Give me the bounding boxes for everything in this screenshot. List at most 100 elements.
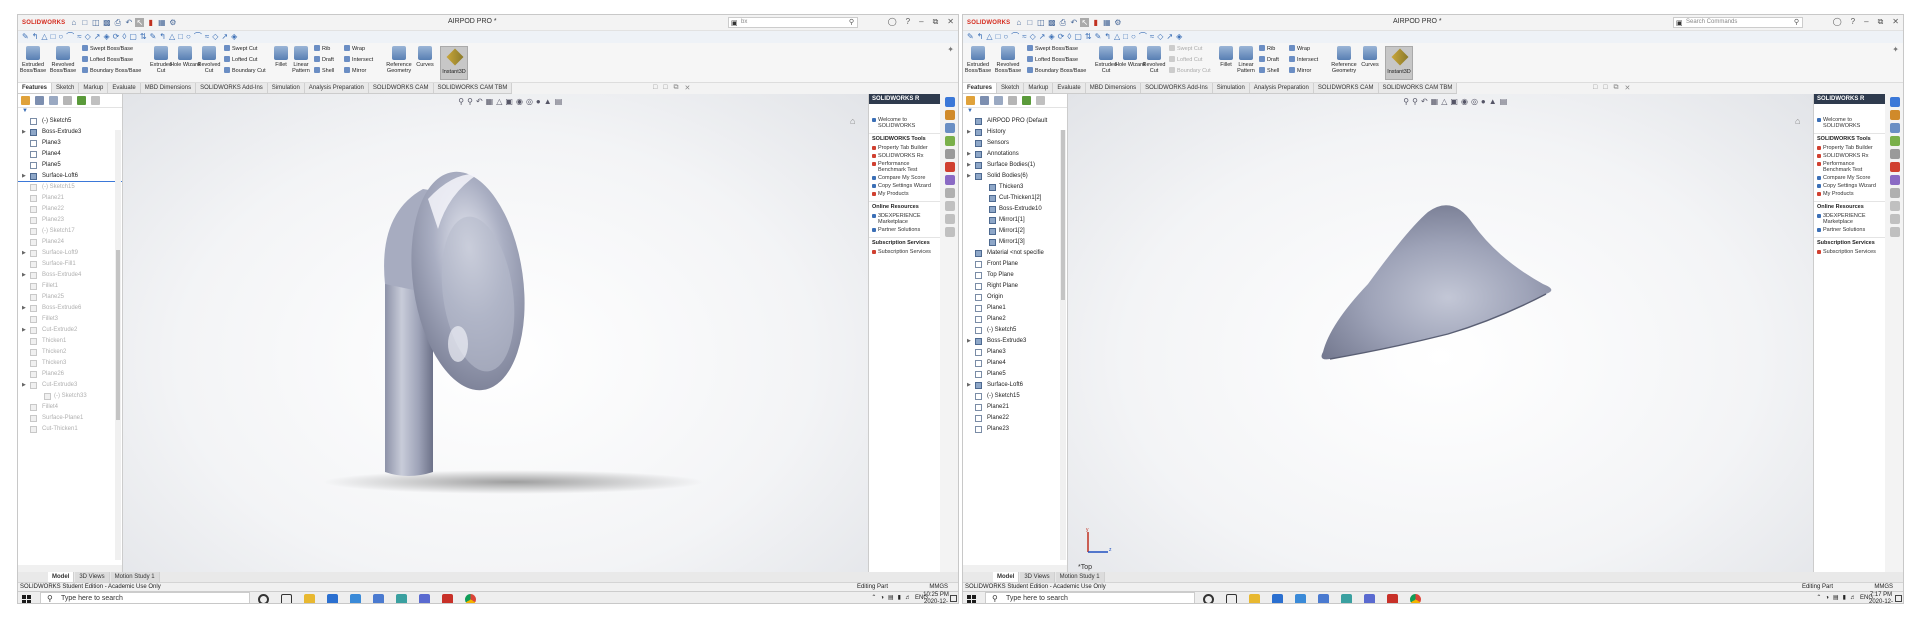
- task-view-icon[interactable]: [1226, 594, 1237, 603]
- sketch-tool-icon[interactable]: ⟳: [1058, 32, 1065, 42]
- sketch-tool-icon[interactable]: ◇: [212, 32, 218, 42]
- zoom-to-fit-icon[interactable]: ⚲: [458, 97, 464, 106]
- scrollbar-thumb[interactable]: [116, 250, 120, 420]
- shell-button[interactable]: Shell: [314, 67, 334, 75]
- mirror-button[interactable]: Mirror: [344, 67, 366, 75]
- taskpane-tab-icon[interactable]: [944, 175, 955, 185]
- taskpane-tab-icon[interactable]: [1889, 97, 1900, 107]
- taskpane-tab-icon[interactable]: [1889, 110, 1900, 120]
- taskpane-tab-icon[interactable]: [944, 201, 955, 211]
- help-icon[interactable]: ?: [906, 17, 910, 27]
- tree-item[interactable]: Surface-Fill1: [18, 259, 122, 270]
- bottom-tab-model[interactable]: Model: [993, 572, 1020, 582]
- taskpane-tab-icon[interactable]: [1889, 162, 1900, 172]
- sketch-tool-icon[interactable]: ◊: [122, 32, 126, 42]
- shell-button[interactable]: Shell: [1259, 67, 1279, 75]
- tree-item[interactable]: Top Plane: [963, 270, 1067, 281]
- sketch-tool-icon[interactable]: ↗: [94, 32, 101, 42]
- tab-sketch[interactable]: Sketch: [997, 83, 1025, 93]
- expand-arrow-icon[interactable]: ▶: [22, 303, 26, 314]
- tray-chevron-icon[interactable]: ⌃: [871, 594, 876, 601]
- taskpane-online-item[interactable]: Partner Solutions: [1814, 226, 1885, 234]
- mirror-button[interactable]: Mirror: [1289, 67, 1311, 75]
- file-properties-icon[interactable]: ▦: [1102, 18, 1111, 27]
- taskbar-clock[interactable]: 10:25 PM 2020-12-10: [922, 592, 950, 603]
- file-properties-icon[interactable]: ▦: [157, 18, 166, 27]
- linear-pattern-button[interactable]: Linear Pattern: [1231, 46, 1261, 74]
- store-icon[interactable]: [1318, 594, 1329, 603]
- help-icon[interactable]: ?: [1851, 17, 1855, 27]
- taskpane-tab-icon[interactable]: [1889, 123, 1900, 133]
- tree-horizontal-scrollbar[interactable]: [18, 565, 122, 572]
- sketch-tool-icon[interactable]: ◈: [104, 32, 110, 42]
- tab-solidworks-cam[interactable]: SOLIDWORKS CAM: [369, 83, 434, 93]
- zoom-to-area-icon[interactable]: ⚲: [1412, 97, 1418, 106]
- restore-button[interactable]: ⧉: [1878, 17, 1884, 27]
- expand-arrow-icon[interactable]: ▶: [22, 248, 26, 259]
- mail-icon[interactable]: [1272, 594, 1283, 603]
- filter-icon[interactable]: ▼: [963, 108, 1067, 116]
- expand-arrow-icon[interactable]: ▶: [22, 380, 26, 391]
- open-folder-icon[interactable]: ◫: [1036, 18, 1045, 27]
- sketch-tool-icon[interactable]: ↰: [159, 32, 166, 42]
- taskpane-online-item[interactable]: 3DEXPERIENCE Marketplace: [1814, 212, 1885, 226]
- intersect-button[interactable]: Intersect: [344, 56, 373, 64]
- edit-appearance-icon[interactable]: ●: [536, 97, 541, 106]
- previous-view-icon[interactable]: ↶: [1421, 97, 1428, 106]
- zoom-to-fit-icon[interactable]: ⚲: [1403, 97, 1409, 106]
- boundary-boss-button[interactable]: Boundary Boss/Base: [82, 67, 141, 75]
- display-style-icon[interactable]: ◉: [1461, 97, 1468, 106]
- expand-arrow-icon[interactable]: ▶: [967, 171, 971, 182]
- cortana-icon[interactable]: [1203, 594, 1214, 603]
- taskpane-tab-icon[interactable]: [1889, 227, 1900, 237]
- tree-item[interactable]: ▶ Annotations: [963, 149, 1067, 160]
- expand-panel-icon[interactable]: [91, 96, 100, 105]
- curves-button[interactable]: Curves: [1355, 46, 1385, 68]
- taskpane-tab-icon[interactable]: [1889, 201, 1900, 211]
- bottom-tab-motion-study-1[interactable]: Motion Study 1: [110, 572, 160, 582]
- tree-item[interactable]: Cut-Thicken1[2]: [963, 193, 1067, 204]
- tray-chevron-icon[interactable]: ⌃: [1816, 594, 1821, 601]
- expand-arrow-icon[interactable]: ▶: [22, 171, 26, 182]
- app-icon[interactable]: [1341, 594, 1352, 603]
- view-cube-icon[interactable]: ⌂: [850, 116, 860, 126]
- tree-item[interactable]: Plane21: [963, 402, 1067, 413]
- tile-icon[interactable]: □: [1603, 84, 1607, 92]
- tree-item[interactable]: Plane5: [963, 369, 1067, 380]
- options-gear-icon[interactable]: ⚙: [1113, 18, 1122, 27]
- close-button[interactable]: ✕: [947, 17, 954, 27]
- close-icon[interactable]: ✕: [1624, 84, 1630, 92]
- sketch-tool-icon[interactable]: ▢: [129, 32, 137, 42]
- sketch-tool-icon[interactable]: △: [1114, 32, 1120, 42]
- tile-icon[interactable]: □: [663, 84, 667, 92]
- sketch-tool-icon[interactable]: □: [51, 32, 56, 42]
- sketch-tool-icon[interactable]: △: [986, 32, 992, 42]
- sketch-tool-icon[interactable]: □: [996, 32, 1001, 42]
- tab-markup[interactable]: Markup: [79, 83, 109, 93]
- dimxpert-icon[interactable]: [1008, 96, 1017, 105]
- tab-analysis-preparation[interactable]: Analysis Preparation: [1250, 83, 1314, 93]
- expand-arrow-icon[interactable]: ▶: [967, 336, 971, 347]
- taskpane-tab-icon[interactable]: [944, 188, 955, 198]
- lofted-cut-button[interactable]: Lofted Cut: [224, 56, 257, 64]
- tab-solidworks-add-ins[interactable]: SOLIDWORKS Add-Ins: [1141, 83, 1213, 93]
- chat-icon[interactable]: [350, 594, 361, 603]
- search-scope-icon[interactable]: ▣: [731, 19, 738, 28]
- task-view-icon[interactable]: [281, 594, 292, 603]
- sketch-tool-icon[interactable]: △: [41, 32, 47, 42]
- taskpane-tool-item[interactable]: Compare My Score: [869, 174, 940, 182]
- tree-item[interactable]: ▶ Solid Bodies(6): [963, 171, 1067, 182]
- tab-solidworks-add-ins[interactable]: SOLIDWORKS Add-Ins: [196, 83, 268, 93]
- taskpane-tab-icon[interactable]: [944, 227, 955, 237]
- chrome-icon[interactable]: [465, 594, 476, 603]
- tree-item[interactable]: Boss-Extrude10: [963, 204, 1067, 215]
- tree-item[interactable]: Plane26: [18, 369, 122, 380]
- tab-mbd-dimensions[interactable]: MBD Dimensions: [141, 83, 197, 93]
- tree-item[interactable]: Thicken3: [963, 182, 1067, 193]
- tree-item[interactable]: Plane25: [18, 292, 122, 303]
- tree-horizontal-scrollbar[interactable]: [963, 565, 1067, 572]
- tree-item[interactable]: ▶ Boss-Extrude3: [18, 127, 122, 138]
- swept-cut-button[interactable]: Swept Cut: [1169, 45, 1202, 53]
- view-orientation-icon[interactable]: ▣: [505, 97, 513, 106]
- minimize-button[interactable]: –: [919, 17, 923, 27]
